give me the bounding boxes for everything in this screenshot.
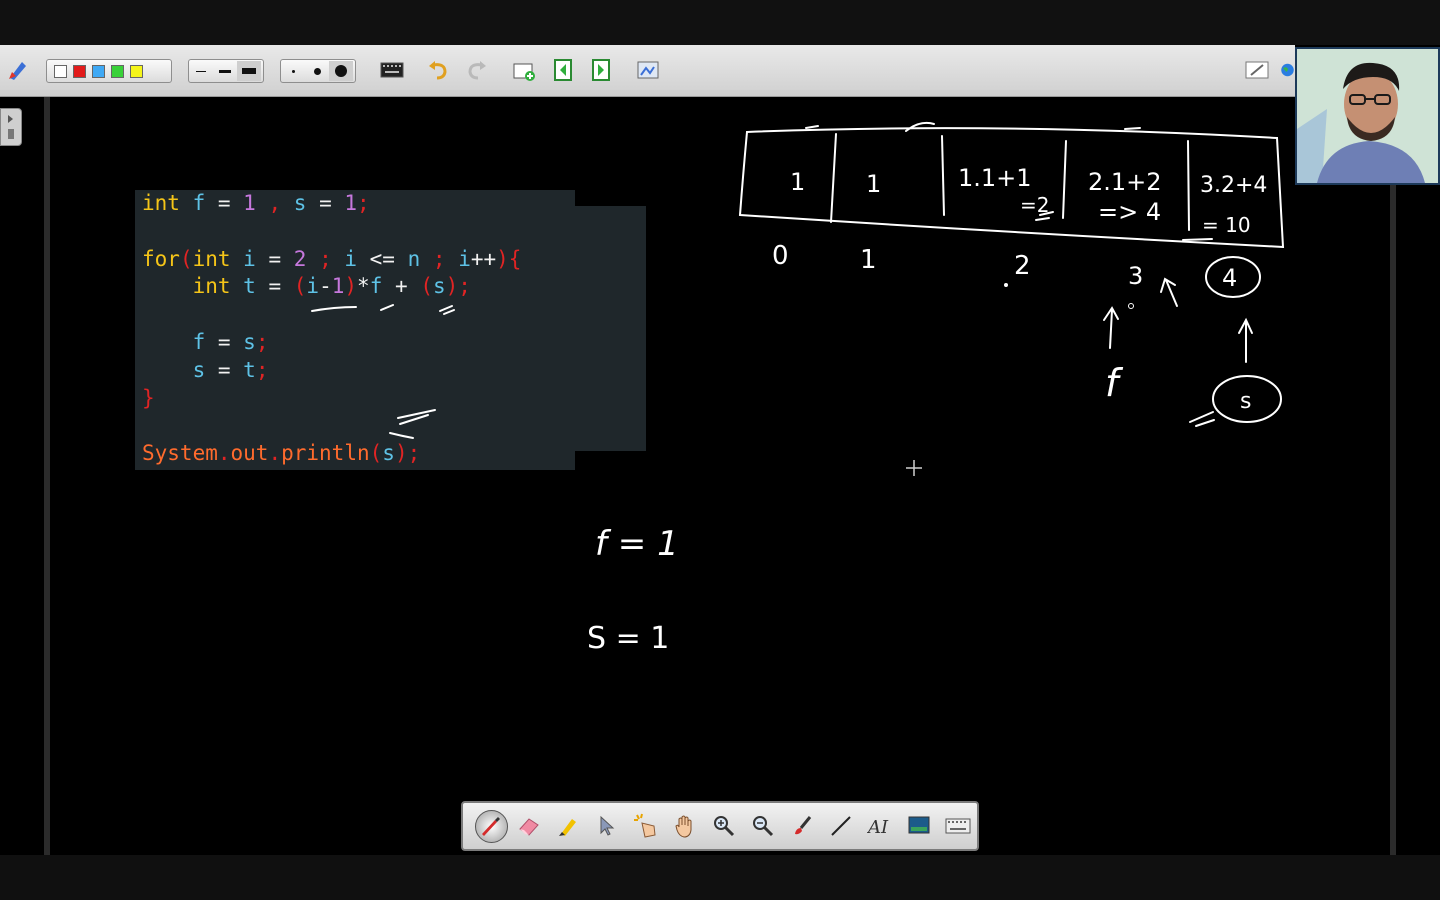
- magic-pointer-icon[interactable]: [627, 806, 666, 846]
- bottom-tool-palette: AI: [461, 801, 979, 851]
- dot-mark: [1004, 283, 1008, 287]
- index-label: 3: [1128, 262, 1143, 290]
- array-divider: [1062, 140, 1067, 219]
- highlighter-icon[interactable]: [549, 806, 588, 846]
- index-label: 1: [860, 245, 877, 275]
- pen-icon[interactable]: [471, 806, 510, 846]
- array-divider: [830, 133, 837, 223]
- brush-icon[interactable]: [782, 806, 821, 846]
- index-label: 2: [1014, 251, 1031, 281]
- select-arrow-icon[interactable]: [588, 806, 627, 846]
- handwriting-layer: 1 1 1.1+1 =2 2.1+2 => 4 3.2+4 = 10 0 1 2…: [311, 121, 1285, 656]
- array-cell-2: 1.1+1: [958, 164, 1032, 192]
- index-label: 4: [1222, 264, 1237, 292]
- underline-stroke: [311, 306, 357, 312]
- underline-stroke: [380, 304, 394, 311]
- array-cell-4: 3.2+4: [1200, 173, 1267, 198]
- array-cell-2-result: =2: [1020, 193, 1049, 217]
- tick-stroke: [397, 409, 436, 425]
- s-pointer-label: s: [1240, 389, 1251, 414]
- presenter-video-icon: [1297, 49, 1438, 183]
- array-divider: [941, 135, 945, 216]
- note-s: S = 1: [587, 621, 669, 656]
- webcam-video: [1295, 47, 1440, 185]
- array-cell-3: 2.1+2: [1088, 168, 1162, 196]
- window-bottom-bar: [0, 855, 1440, 900]
- background-icon[interactable]: [899, 806, 938, 846]
- array-cell-1: 1: [866, 170, 881, 198]
- zoom-in-icon[interactable]: [705, 806, 744, 846]
- crosshair-cursor-icon: [906, 460, 922, 476]
- array-cell-3-result: => 4: [1098, 198, 1161, 226]
- line-tool-icon[interactable]: [821, 806, 860, 846]
- f-pointer-label: f: [1105, 361, 1124, 405]
- dot-mark: [1128, 303, 1134, 309]
- array-divider: [1187, 140, 1190, 231]
- index-label: 0: [772, 241, 789, 271]
- underline-stroke: [439, 305, 455, 315]
- s-circle-ticks: [1189, 411, 1215, 427]
- eraser-icon[interactable]: [510, 806, 549, 846]
- hand-pan-icon[interactable]: [666, 806, 705, 846]
- array-cell-4-result: = 10: [1202, 213, 1251, 237]
- underline-stroke: [389, 432, 414, 439]
- arrow-up-f: [1103, 306, 1119, 349]
- arrow-diagonal: [1160, 277, 1178, 307]
- array-bottom-mark: [1182, 238, 1213, 241]
- svg-text:AI: AI: [867, 817, 889, 837]
- array-cell-0: 1: [790, 168, 805, 196]
- zoom-out-icon[interactable]: [743, 806, 782, 846]
- arrow-up-s: [1238, 317, 1253, 363]
- keyboard-icon[interactable]: [938, 806, 977, 846]
- text-tool-icon[interactable]: AI: [860, 806, 899, 846]
- note-f: f = 1: [595, 524, 679, 564]
